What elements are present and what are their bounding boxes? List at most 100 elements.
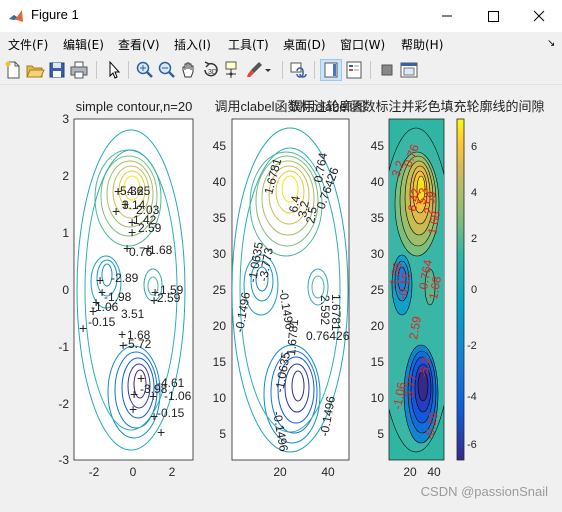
svg-text:-4: -4 bbox=[467, 391, 477, 403]
window-title: Figure 1 bbox=[31, 7, 79, 22]
menu-help[interactable]: 帮助(H) bbox=[401, 36, 443, 53]
brush-dropdown-icon[interactable] bbox=[262, 59, 274, 81]
svg-text:2.59: 2.59 bbox=[157, 291, 181, 305]
svg-text:20: 20 bbox=[273, 465, 287, 479]
right-x-ticks: 20 40 bbox=[403, 465, 441, 479]
open-file-icon[interactable] bbox=[24, 59, 46, 81]
zoom-in-icon[interactable] bbox=[134, 59, 156, 81]
svg-text:-2.89: -2.89 bbox=[111, 271, 139, 285]
svg-text:3: 3 bbox=[62, 112, 69, 126]
menu-edit[interactable]: 编辑(E) bbox=[63, 36, 104, 53]
menu-file[interactable]: 文件(F) bbox=[8, 36, 48, 53]
svg-text:10: 10 bbox=[213, 391, 227, 405]
menu-window[interactable]: 窗口(W) bbox=[340, 36, 385, 53]
svg-text:35: 35 bbox=[371, 211, 385, 225]
svg-text:+: + bbox=[119, 337, 127, 353]
middle-contour-axes[interactable]: 1.6781 6.4 3.2 2.5 0.764 0.76426 -1.0635… bbox=[213, 118, 350, 479]
toolbar-separator bbox=[282, 61, 283, 79]
middle-y-ticks: 45 40 35 30 25 20 15 10 5 bbox=[213, 139, 227, 441]
svg-text:+: + bbox=[123, 240, 131, 256]
svg-text:4.25: 4.25 bbox=[127, 184, 151, 198]
svg-text:3D: 3D bbox=[208, 69, 217, 76]
menu-view[interactable]: 查看(V) bbox=[118, 36, 160, 53]
menu-desktop[interactable]: 桌面(D) bbox=[283, 36, 326, 53]
svg-text:20: 20 bbox=[213, 319, 227, 333]
svg-text:0.76426: 0.76426 bbox=[306, 329, 350, 343]
plots-svg: simple contour,n=20 调用clabel函数标注轮廓图 调用cl… bbox=[58, 99, 544, 479]
right-filled-contour-axes[interactable]: 3.2 0.76 6.42 5.3 2.59 1.68 -1.06 -0.15 … bbox=[371, 118, 456, 479]
left-x-ticks: -2 0 2 bbox=[89, 465, 176, 479]
svg-text:5: 5 bbox=[219, 427, 226, 441]
svg-text:30: 30 bbox=[371, 247, 385, 261]
svg-text:15: 15 bbox=[213, 355, 227, 369]
show-plot-tools-icon[interactable] bbox=[398, 59, 420, 81]
watermark: CSDN @passionSnail bbox=[420, 484, 548, 499]
svg-text:+: + bbox=[137, 370, 145, 386]
svg-text:25: 25 bbox=[371, 283, 385, 297]
toolbar-separator bbox=[96, 61, 97, 79]
close-button[interactable] bbox=[516, 0, 562, 32]
matlab-logo-icon bbox=[9, 10, 23, 22]
svg-text:2: 2 bbox=[62, 169, 69, 183]
svg-text:+: + bbox=[112, 203, 120, 219]
left-y-ticks: 3 2 1 0 -1 -2 -3 bbox=[58, 112, 69, 467]
close-icon bbox=[533, 10, 545, 22]
svg-text:-3: -3 bbox=[58, 453, 69, 467]
print-icon[interactable] bbox=[68, 59, 90, 81]
menu-tools[interactable]: 工具(T) bbox=[228, 36, 269, 53]
svg-text:30: 30 bbox=[213, 247, 227, 261]
left-contour-axes[interactable]: 5.36 4.25 3.14 2.03 1.42 2.59 0.76 1.68 … bbox=[58, 112, 194, 479]
menu-bar: 文件(F) 编辑(E) 查看(V) 插入(I) 工具(T) 桌面(D) 窗口(W… bbox=[0, 32, 562, 54]
insert-legend-icon[interactable] bbox=[343, 59, 365, 81]
svg-text:5: 5 bbox=[377, 427, 384, 441]
svg-text:+: + bbox=[130, 386, 138, 402]
svg-text:2.59: 2.59 bbox=[138, 221, 162, 235]
svg-text:10: 10 bbox=[371, 391, 385, 405]
svg-text:40: 40 bbox=[213, 175, 227, 189]
minimize-icon bbox=[442, 15, 452, 17]
svg-text:20: 20 bbox=[403, 465, 417, 479]
rotate-icon[interactable]: 3D bbox=[200, 59, 222, 81]
toolbar-separator bbox=[314, 61, 315, 79]
title-bar: Figure 1 bbox=[0, 0, 562, 32]
svg-text:45: 45 bbox=[371, 139, 385, 153]
toolbar-separator bbox=[370, 61, 371, 79]
minimize-button[interactable] bbox=[424, 0, 470, 32]
svg-text:35: 35 bbox=[213, 211, 227, 225]
svg-text:+: + bbox=[129, 401, 137, 417]
svg-text:6: 6 bbox=[471, 141, 477, 153]
svg-text:-0.15: -0.15 bbox=[157, 406, 185, 420]
pointer-icon[interactable] bbox=[102, 59, 124, 81]
zoom-out-icon[interactable] bbox=[156, 59, 178, 81]
maximize-icon bbox=[488, 11, 499, 22]
save-icon[interactable] bbox=[46, 59, 68, 81]
menu-insert[interactable]: 插入(I) bbox=[174, 36, 211, 53]
svg-text:4: 4 bbox=[471, 187, 477, 199]
link-plot-icon[interactable] bbox=[288, 59, 310, 81]
data-cursor-icon[interactable] bbox=[222, 59, 244, 81]
svg-text:25: 25 bbox=[213, 283, 227, 297]
svg-text:45: 45 bbox=[213, 139, 227, 153]
svg-text:40: 40 bbox=[321, 465, 335, 479]
toolbar-separator bbox=[128, 61, 129, 79]
svg-text:-6: -6 bbox=[467, 439, 477, 451]
maximize-button[interactable] bbox=[470, 0, 516, 32]
menu-overflow-icon[interactable]: ↘ bbox=[547, 38, 555, 49]
svg-text:+: + bbox=[149, 388, 157, 404]
svg-text:+: + bbox=[128, 224, 136, 240]
insert-colorbar-icon[interactable] bbox=[320, 59, 342, 81]
pan-icon[interactable] bbox=[178, 59, 200, 81]
svg-text:-5.72: -5.72 bbox=[124, 337, 152, 351]
toolbar: 3D bbox=[0, 56, 562, 85]
svg-text:3.51: 3.51 bbox=[121, 307, 145, 321]
svg-text:1: 1 bbox=[62, 226, 69, 240]
colorbar-ticks: 6 4 2 0 -2 -4 -6 bbox=[467, 141, 477, 451]
svg-text:+: + bbox=[79, 320, 87, 336]
hide-plot-tools-icon[interactable] bbox=[376, 59, 398, 81]
svg-text:15: 15 bbox=[371, 355, 385, 369]
svg-text:40: 40 bbox=[427, 465, 441, 479]
svg-text:-2: -2 bbox=[89, 465, 100, 479]
svg-text:2: 2 bbox=[169, 465, 176, 479]
new-figure-icon[interactable] bbox=[2, 59, 24, 81]
colorbar[interactable]: 6 4 2 0 -2 -4 -6 bbox=[456, 118, 477, 461]
